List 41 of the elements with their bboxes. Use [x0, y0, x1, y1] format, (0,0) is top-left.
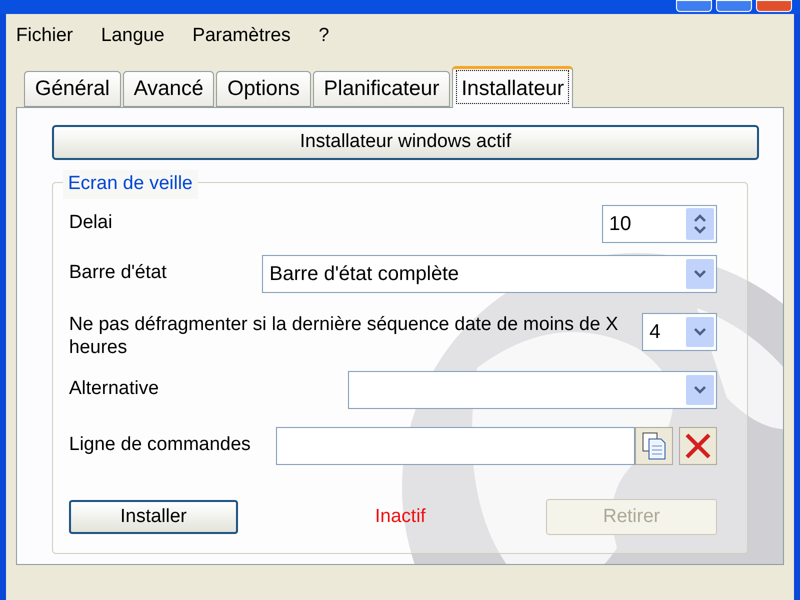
- field-label: Delai: [69, 211, 112, 235]
- field-label: Ligne de commandes: [69, 433, 252, 457]
- dropdown-arrow-button[interactable]: [686, 375, 714, 405]
- field-value: Barre d'état complète: [268, 262, 460, 287]
- command-line-field[interactable]: [276, 427, 635, 465]
- tab[interactable]: Planificateur: [312, 71, 450, 107]
- dropdown[interactable]: Barre d'état complète: [262, 255, 717, 293]
- tab[interactable]: Installateur: [452, 66, 574, 108]
- minimize-button[interactable]: [676, 0, 712, 12]
- up-down-chevrons-icon: [693, 213, 707, 235]
- spin-buttons[interactable]: [686, 208, 714, 240]
- field-label: Barre d'état: [69, 261, 168, 285]
- x-icon: [684, 432, 712, 460]
- field-value: 10: [608, 212, 632, 237]
- field-label: Alternative: [69, 377, 160, 401]
- tab[interactable]: Options: [216, 71, 311, 107]
- field-value: 4: [648, 320, 662, 345]
- dropdown-arrow-button[interactable]: [686, 317, 714, 347]
- tab[interactable]: Général: [24, 71, 121, 107]
- chevron-down-icon: [693, 385, 707, 395]
- group-title: Ecran de veille: [63, 170, 198, 198]
- status-text: Inactif: [375, 504, 426, 529]
- maximize-button[interactable]: [716, 0, 752, 12]
- menu-item[interactable]: ?: [318, 22, 330, 54]
- copy-button[interactable]: [635, 427, 673, 465]
- dropdown[interactable]: [348, 371, 717, 409]
- field-label: Ne pas défragmenter si la dernière séquence date de moins de X heures: [69, 313, 620, 359]
- chevron-down-icon: [693, 269, 707, 279]
- action-button[interactable]: Installer: [69, 500, 238, 534]
- spinner-field[interactable]: 10: [602, 205, 717, 243]
- chevron-down-icon: [693, 327, 707, 337]
- tab[interactable]: Avancé: [122, 71, 214, 107]
- menu-item[interactable]: Paramètres: [192, 22, 291, 54]
- close-button[interactable]: [756, 0, 792, 12]
- documents-icon: [641, 431, 667, 461]
- menu-item[interactable]: Langue: [101, 22, 164, 54]
- dropdown[interactable]: 4: [642, 313, 717, 351]
- menu-item[interactable]: Fichier: [16, 22, 74, 54]
- dropdown-arrow-button[interactable]: [686, 259, 714, 289]
- delete-button[interactable]: [679, 427, 717, 465]
- toggle-button[interactable]: Installateur windows actif: [52, 125, 759, 160]
